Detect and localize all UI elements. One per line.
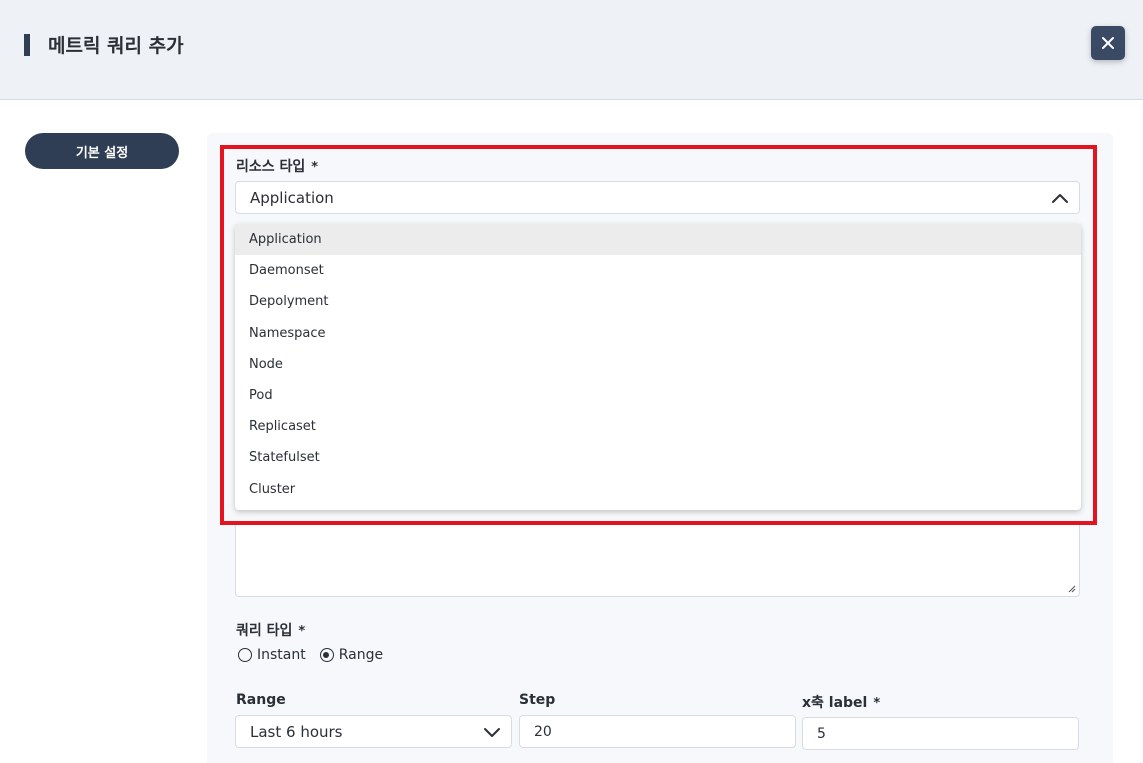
title-accent-bar: [24, 34, 30, 56]
dropdown-option-statefulset[interactable]: Statefulset: [235, 442, 1081, 473]
resource-type-label: 리소스 타입 *: [236, 156, 318, 176]
modal-header: 메트릭 쿼리 추가: [0, 0, 1143, 100]
required-mark: *: [298, 624, 306, 639]
query-type-label: 쿼리 타입 *: [236, 620, 305, 640]
dropdown-option-replicaset[interactable]: Replicaset: [235, 411, 1081, 442]
dropdown-option-application[interactable]: Application: [235, 224, 1081, 256]
resource-type-label-text: 리소스 타입: [236, 159, 306, 175]
dropdown-option-deployment[interactable]: Depolyment: [235, 286, 1081, 317]
dropdown-option-node[interactable]: Node: [235, 349, 1081, 380]
query-textarea[interactable]: [235, 524, 1080, 597]
radio-instant-label: Instant: [257, 647, 306, 663]
radio-range[interactable]: Range: [319, 647, 384, 663]
required-mark: *: [311, 160, 319, 175]
step-input[interactable]: 20: [519, 715, 796, 748]
resource-type-dropdown-menu: Application Daemonset Depolyment Namespa…: [235, 224, 1081, 510]
step-value: 20: [534, 723, 552, 740]
close-icon: [1102, 37, 1114, 49]
range-label: Range: [236, 692, 286, 708]
radio-range-label: Range: [338, 647, 384, 663]
step-label: Step: [519, 692, 556, 708]
range-select[interactable]: Last 6 hours: [235, 715, 512, 748]
resource-type-select[interactable]: Application: [235, 181, 1080, 214]
dropdown-option-cluster[interactable]: Cluster: [235, 474, 1081, 505]
basic-settings-tab[interactable]: 기본 설정: [25, 133, 179, 169]
radio-circle-instant[interactable]: [238, 648, 252, 662]
query-type-radio-group: Instant Range: [238, 647, 397, 663]
dropdown-option-daemonset[interactable]: Daemonset: [235, 255, 1081, 286]
resource-type-selected-value: Application: [250, 188, 334, 207]
range-selected-value: Last 6 hours: [250, 722, 343, 741]
dropdown-option-namespace[interactable]: Namespace: [235, 318, 1081, 349]
chevron-down-icon: [484, 727, 500, 737]
radio-circle-range[interactable]: [319, 648, 334, 662]
query-type-label-text: 쿼리 타입: [236, 623, 293, 639]
x-label-label-text: x축 label: [802, 695, 868, 711]
resize-grip-icon[interactable]: [1067, 584, 1076, 593]
radio-instant[interactable]: Instant: [238, 647, 306, 663]
x-label-label: x축 label *: [802, 692, 880, 712]
x-label-input[interactable]: 5: [802, 717, 1079, 750]
chevron-up-icon: [1052, 193, 1068, 203]
close-button[interactable]: [1091, 26, 1125, 60]
dropdown-option-pod[interactable]: Pod: [235, 380, 1081, 411]
x-label-value: 5: [817, 725, 826, 742]
required-mark: *: [873, 696, 881, 711]
modal-title: 메트릭 쿼리 추가: [48, 35, 184, 57]
